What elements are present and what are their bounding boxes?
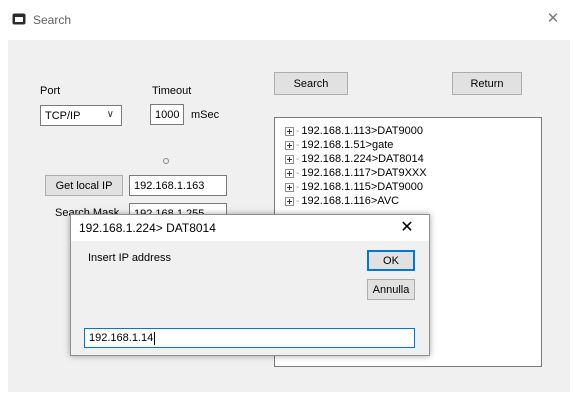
tree-connector: - [296,139,300,151]
window-title: Search [33,13,72,27]
expand-plus-icon[interactable] [285,196,294,206]
tree-item-label: 192.168.1.116>AVC [301,195,400,207]
port-label: Port [40,85,61,97]
dialog-title: 192.168.1.224> DAT8014 [79,221,216,235]
dialog-titlebar: 192.168.1.224> DAT8014 ✕ [71,215,429,241]
dialog-prompt: Insert IP address [88,252,171,264]
tree-item[interactable]: - 192.168.1.117>DAT9XXX [285,167,427,179]
tree-connector: - [296,181,300,193]
expand-plus-icon[interactable] [285,168,294,178]
tree-item-label: 192.168.1.51>gate [301,139,394,151]
timeout-input[interactable]: 1000 [150,104,184,125]
text-caret [154,331,156,345]
return-button[interactable]: Return [452,72,522,95]
tree-connector: - [296,125,300,137]
ok-button[interactable]: OK [367,250,415,271]
status-indicator-icon [163,158,169,164]
timeout-value: 1000 [155,108,180,121]
tree-item[interactable]: - 192.168.1.51>gate [285,139,393,151]
get-local-ip-button[interactable]: Get local IP [45,175,123,196]
window-titlebar: Search ✕ [0,0,574,40]
tree-item[interactable]: - 192.168.1.113>DAT9000 [285,125,423,137]
tree-item-label: 192.168.1.113>DAT9000 [301,125,423,137]
local-ip-value: 192.168.1.163 [134,179,205,192]
tree-item-label: 192.168.1.117>DAT9XXX [301,167,427,179]
ip-address-input[interactable]: 192.168.1.14 [84,328,415,348]
cancel-button[interactable]: Annulla [367,279,415,300]
port-dropdown-value: TCP/IP [45,109,81,122]
tree-item[interactable]: - 192.168.1.116>AVC [285,195,399,207]
expand-plus-icon[interactable] [285,182,294,192]
tree-item[interactable]: - 192.168.1.115>DAT9000 [285,181,423,193]
tree-connector: - [296,167,300,179]
expand-plus-icon[interactable] [285,126,294,136]
expand-plus-icon[interactable] [285,154,294,164]
tree-connector: - [296,195,300,207]
expand-plus-icon[interactable] [285,140,294,150]
window-app-icon [12,13,26,25]
chevron-down-icon: ∨ [106,109,114,120]
ip-address-input-value: 192.168.1.14 [89,332,154,344]
timeout-label: Timeout [152,85,192,97]
local-ip-field[interactable]: 192.168.1.163 [129,175,227,196]
dialog-close-icon[interactable]: ✕ [396,217,418,239]
tree-item[interactable]: - 192.168.1.224>DAT8014 [285,153,424,165]
port-dropdown[interactable]: TCP/IP ∨ [40,105,122,126]
timeout-unit: mSec [191,109,220,121]
tree-item-label: 192.168.1.224>DAT8014 [301,153,424,165]
search-button[interactable]: Search [274,72,348,95]
tree-item-label: 192.168.1.115>DAT9000 [301,181,423,193]
insert-ip-dialog: 192.168.1.224> DAT8014 ✕ Insert IP addre… [70,214,430,356]
tree-connector: - [296,153,300,165]
window-close-icon[interactable]: ✕ [545,11,561,27]
